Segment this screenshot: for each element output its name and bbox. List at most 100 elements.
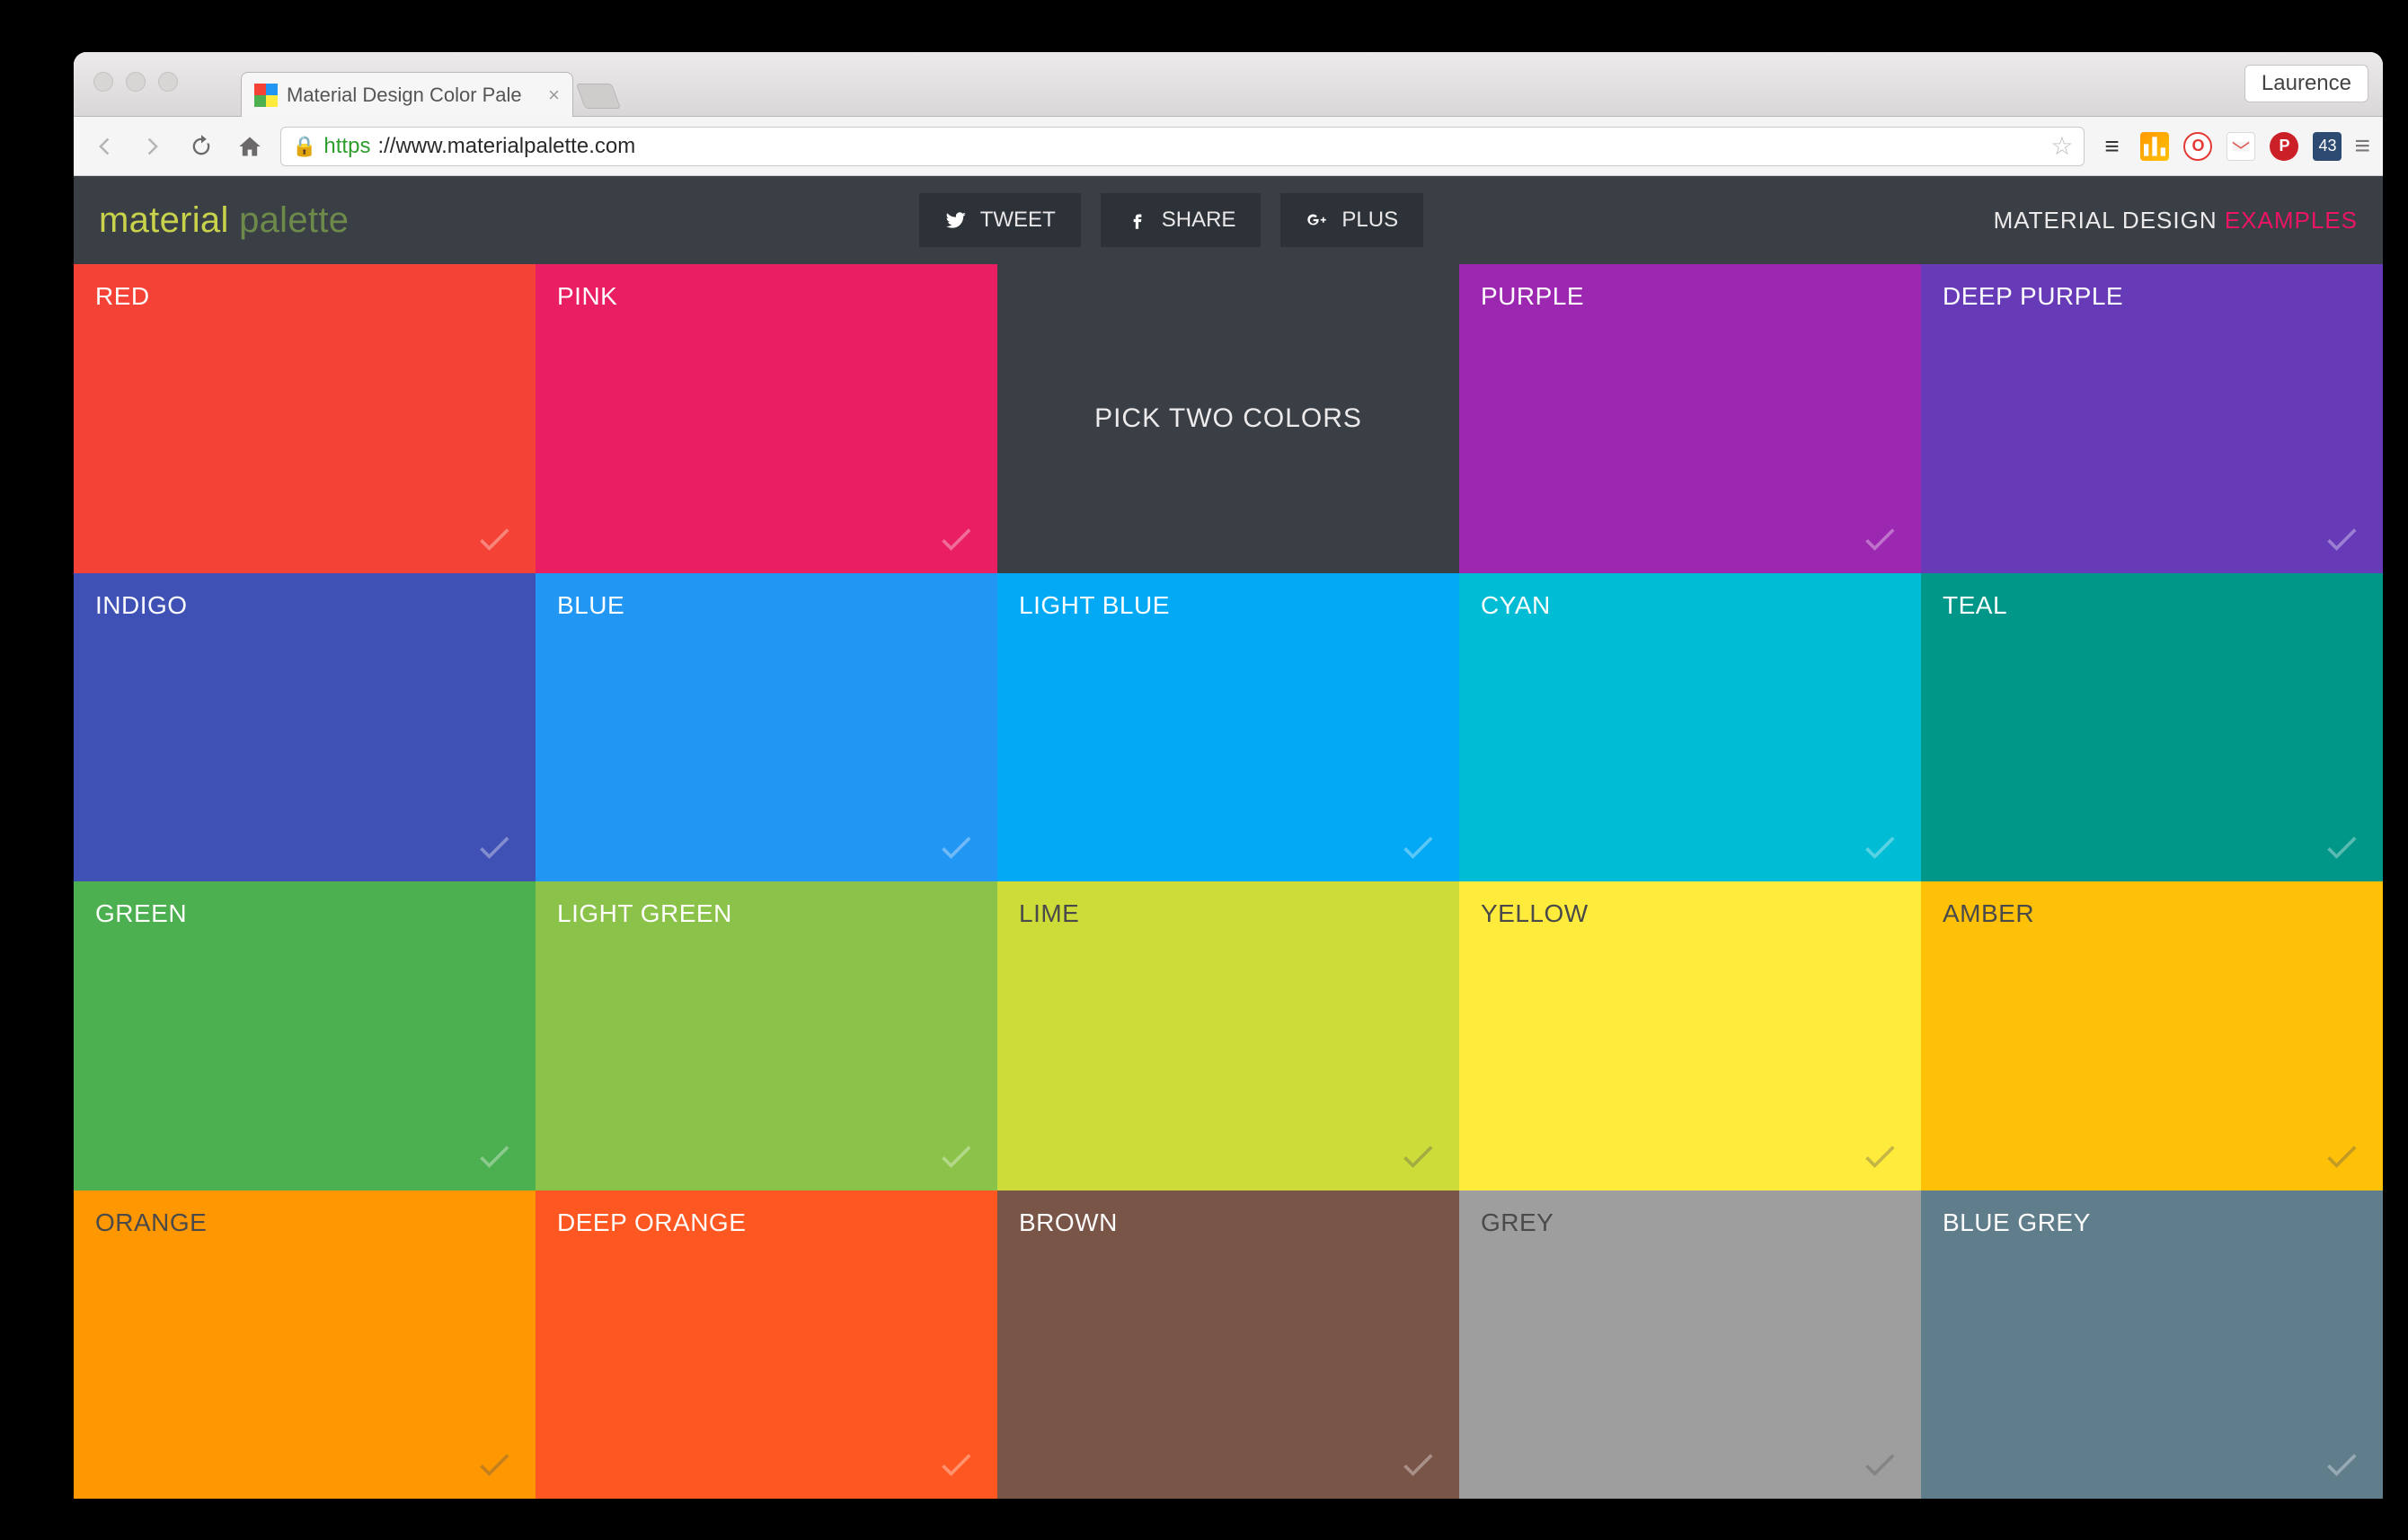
url-rest: ://www.materialpalette.com: [377, 134, 635, 159]
minimize-dot-icon[interactable]: [126, 72, 146, 92]
header-links[interactable]: MATERIAL DESIGN EXAMPLES: [1994, 207, 2358, 235]
swatch-grid: RED PINK PICK TWO COLORS PURPLE DEEP PURPLE I…: [74, 264, 2383, 1499]
extensions: ≡ O P 43: [2097, 132, 2342, 161]
swatch-pink[interactable]: PINK: [536, 264, 997, 573]
swatch-blue[interactable]: BLUE: [536, 573, 997, 882]
check-icon: [2322, 1137, 2361, 1176]
swatch-label: PINK: [557, 282, 617, 310]
reload-button[interactable]: [183, 134, 219, 159]
check-icon: [1860, 1137, 1899, 1176]
logo-text-a: material: [99, 200, 239, 240]
swatch-placeholder: PICK TWO COLORS: [997, 264, 1459, 573]
check-icon: [474, 828, 514, 867]
swatch-red[interactable]: RED: [74, 264, 536, 573]
twitter-icon: [944, 208, 968, 232]
swatch-label: DEEP PURPLE: [1943, 282, 2123, 310]
swatch-label: BLUE: [557, 591, 624, 619]
counter-ext-icon[interactable]: 43: [2313, 132, 2342, 161]
header-link-examples: EXAMPLES: [2225, 207, 2358, 234]
check-icon: [474, 519, 514, 559]
check-icon: [936, 519, 976, 559]
address-toolbar: 🔒 https ://www.materialpalette.com ☆ ≡ O …: [74, 117, 2383, 176]
swatch-blue-grey[interactable]: BLUE GREY: [1921, 1190, 2383, 1500]
facebook-icon: [1126, 208, 1149, 232]
bookmark-star-icon[interactable]: ☆: [2050, 131, 2073, 161]
gmail-ext-icon[interactable]: [2227, 132, 2255, 161]
check-icon: [1398, 828, 1438, 867]
swatch-label: YELLOW: [1481, 899, 1589, 927]
gplus-icon: [1306, 208, 1329, 232]
lock-icon: 🔒: [292, 135, 316, 158]
plus-button[interactable]: PLUS: [1280, 193, 1423, 247]
share-label: SHARE: [1162, 208, 1236, 233]
check-icon: [474, 1445, 514, 1484]
check-icon: [1398, 1137, 1438, 1176]
check-icon: [936, 1445, 976, 1484]
swatch-light-blue[interactable]: LIGHT BLUE: [997, 573, 1459, 882]
swatch-brown[interactable]: BROWN: [997, 1190, 1459, 1500]
swatch-label: DEEP ORANGE: [557, 1208, 746, 1236]
check-icon: [2322, 1445, 2361, 1484]
swatch-label: PURPLE: [1481, 282, 1584, 310]
page-header: material palette TWEET SHARE PLUS: [74, 176, 2383, 264]
check-icon: [1860, 1445, 1899, 1484]
logo[interactable]: material palette: [99, 200, 349, 241]
swatch-green[interactable]: GREEN: [74, 881, 536, 1190]
header-link-design: MATERIAL DESIGN: [1994, 207, 2225, 234]
back-button[interactable]: [86, 134, 122, 159]
plus-label: PLUS: [1341, 208, 1398, 233]
swatch-cyan[interactable]: CYAN: [1459, 573, 1921, 882]
swatch-purple[interactable]: PURPLE: [1459, 264, 1921, 573]
close-dot-icon[interactable]: [93, 72, 113, 92]
swatch-label: INDIGO: [95, 591, 188, 619]
home-button[interactable]: [232, 134, 268, 159]
titlebar: Material Design Color Pale × Laurence: [74, 52, 2383, 117]
swatch-orange[interactable]: ORANGE: [74, 1190, 536, 1500]
new-tab-button[interactable]: [576, 84, 621, 109]
tweet-button[interactable]: TWEET: [919, 193, 1081, 247]
swatch-teal[interactable]: TEAL: [1921, 573, 2383, 882]
swatch-label: ORANGE: [95, 1208, 207, 1236]
swatch-label: LIGHT GREEN: [557, 899, 732, 927]
swatch-light-green[interactable]: LIGHT GREEN: [536, 881, 997, 1190]
swatch-label: AMBER: [1943, 899, 2034, 927]
swatch-indigo[interactable]: INDIGO: [74, 573, 536, 882]
analytics-ext-icon[interactable]: [2140, 132, 2169, 161]
favicon-icon: [254, 84, 278, 107]
check-icon: [936, 1137, 976, 1176]
share-button[interactable]: SHARE: [1101, 193, 1262, 247]
check-icon: [2322, 519, 2361, 559]
opera-ext-icon[interactable]: O: [2183, 132, 2212, 161]
swatch-lime[interactable]: LIME: [997, 881, 1459, 1190]
swatch-label: LIGHT BLUE: [1019, 591, 1170, 619]
swatch-label: RED: [95, 282, 150, 310]
address-bar[interactable]: 🔒 https ://www.materialpalette.com ☆: [280, 127, 2085, 166]
swatch-deep-orange[interactable]: DEEP ORANGE: [536, 1190, 997, 1500]
check-icon: [2322, 828, 2361, 867]
swatch-label: CYAN: [1481, 591, 1551, 619]
zoom-dot-icon[interactable]: [158, 72, 178, 92]
swatch-amber[interactable]: AMBER: [1921, 881, 2383, 1190]
menu-button[interactable]: ≡: [2354, 131, 2370, 162]
check-icon: [474, 1137, 514, 1176]
tweet-label: TWEET: [980, 208, 1056, 233]
browser-tab[interactable]: Material Design Color Pale ×: [241, 72, 573, 117]
check-icon: [1860, 828, 1899, 867]
share-bar: TWEET SHARE PLUS: [919, 193, 1423, 247]
forward-button[interactable]: [135, 134, 171, 159]
swatch-yellow[interactable]: YELLOW: [1459, 881, 1921, 1190]
swatch-label: TEAL: [1943, 591, 2007, 619]
swatch-label: GREEN: [95, 899, 187, 927]
window-controls[interactable]: [93, 72, 178, 92]
close-tab-icon[interactable]: ×: [548, 84, 560, 107]
swatch-grey[interactable]: GREY: [1459, 1190, 1921, 1500]
profile-chip[interactable]: Laurence: [2244, 65, 2368, 102]
buffer-ext-icon[interactable]: ≡: [2097, 132, 2126, 161]
url-scheme: https: [323, 134, 370, 159]
logo-text-b: palette: [239, 200, 349, 240]
swatch-deep-purple[interactable]: DEEP PURPLE: [1921, 264, 2383, 573]
pinterest-ext-icon[interactable]: P: [2270, 132, 2298, 161]
swatch-label: BROWN: [1019, 1208, 1118, 1236]
page: material palette TWEET SHARE PLUS: [74, 176, 2383, 1499]
check-icon: [1398, 1445, 1438, 1484]
